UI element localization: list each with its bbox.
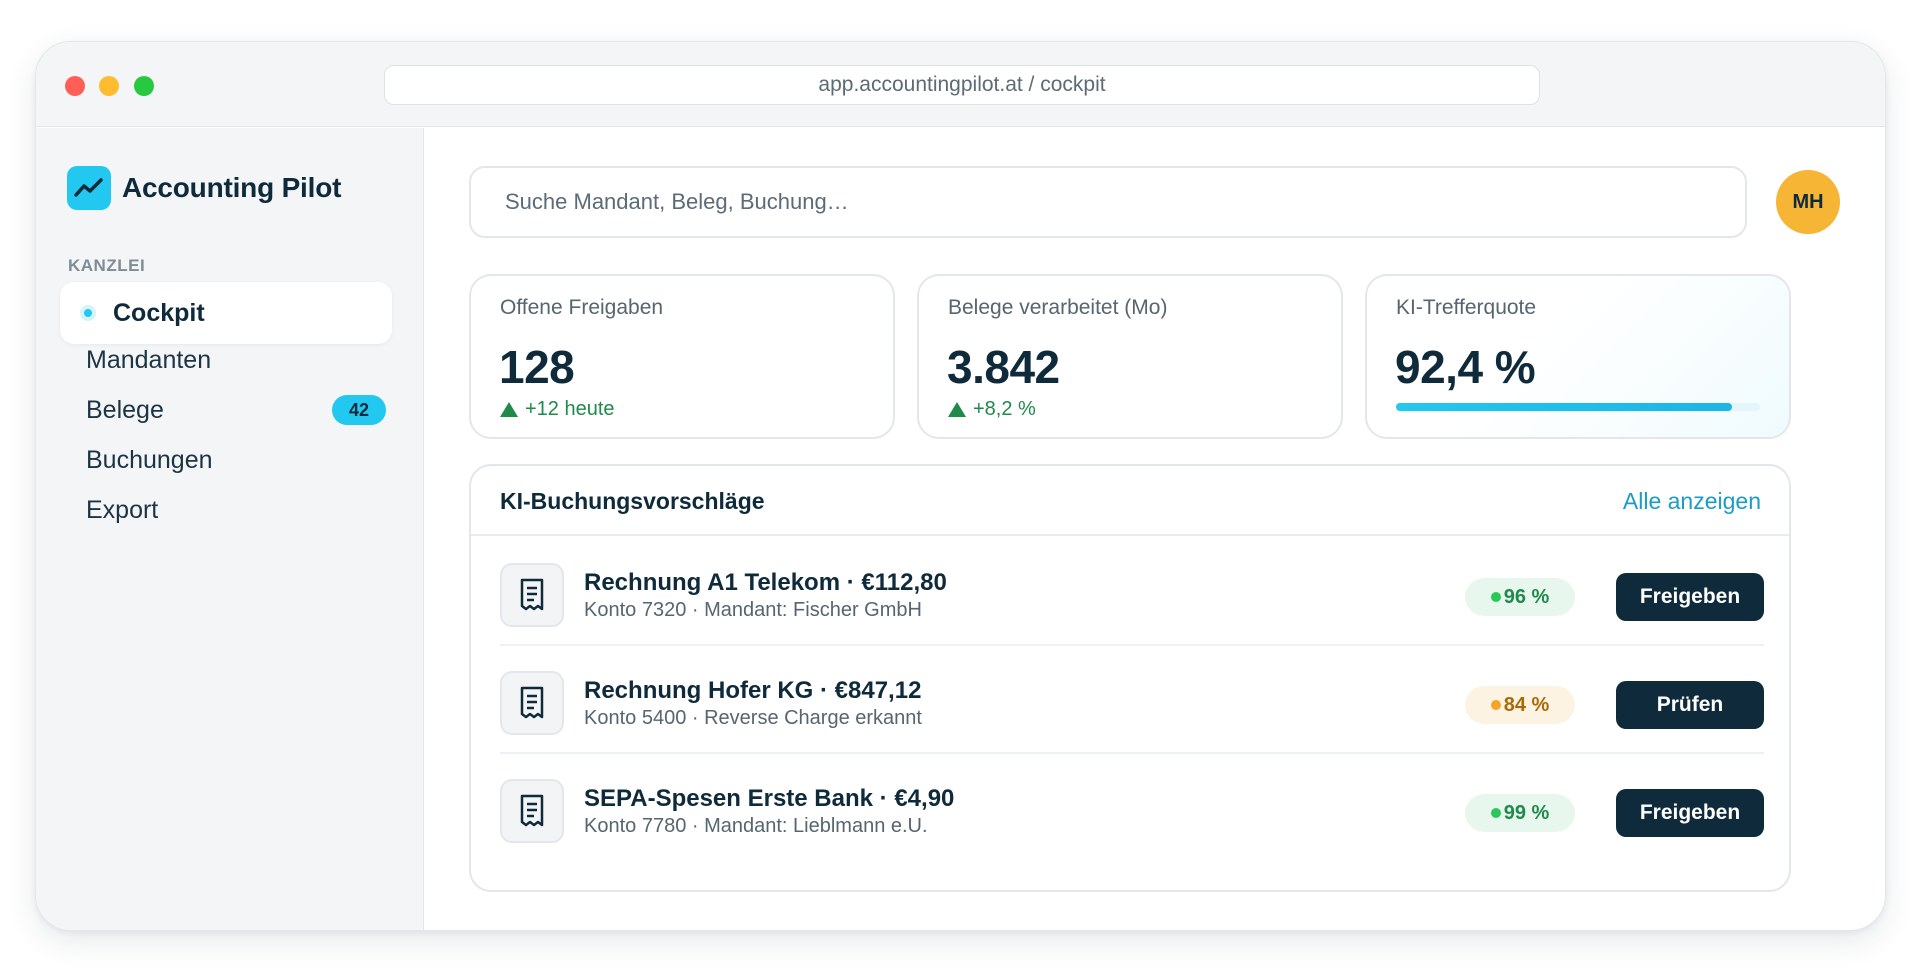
- address-bar[interactable]: app.accountingpilot.at / cockpit: [384, 65, 1540, 105]
- main-content: Suche Mandant, Beleg, Buchung… MH Offene…: [425, 128, 1885, 930]
- approve-button[interactable]: Freigeben: [1616, 573, 1764, 621]
- suggestion-subtitle: Konto 7320 · Mandant: Fischer GmbH: [584, 599, 922, 621]
- sidebar-item-label: Export: [86, 495, 159, 524]
- sidebar-item-label: Buchungen: [86, 445, 213, 474]
- stat-delta-text: +12 heute: [525, 398, 615, 420]
- panel-header: KI-Buchungsvorschläge Alle anzeigen: [471, 466, 1789, 536]
- receipt-icon: [500, 563, 564, 627]
- app-window: app.accountingpilot.at / cockpit Account…: [35, 41, 1886, 931]
- suggestion-title: Rechnung A1 Telekom · €112,80: [584, 569, 947, 596]
- stat-delta: +12 heute: [500, 398, 615, 421]
- minimize-window-button[interactable]: [99, 76, 119, 96]
- ai-booking-suggestions-panel: KI-Buchungsvorschläge Alle anzeigen Rech…: [469, 464, 1791, 892]
- nav-section-label: KANZLEI: [68, 256, 146, 275]
- browser-titlebar: app.accountingpilot.at / cockpit: [36, 42, 1885, 127]
- list-item[interactable]: Rechnung Hofer KG · €847,12 Konto 5400 ·…: [500, 646, 1764, 754]
- suggestion-title: SEPA-Spesen Erste Bank · €4,90: [584, 785, 955, 812]
- suggestion-subtitle: Konto 7780 · Mandant: Lieblmann e.U.: [584, 815, 928, 837]
- belege-count-badge: 42: [332, 395, 386, 425]
- brand[interactable]: Accounting Pilot: [67, 166, 341, 210]
- stat-label: Belege verarbeitet (Mo): [948, 296, 1168, 319]
- suggestion-title: Rechnung Hofer KG · €847,12: [584, 677, 922, 704]
- sidebar-item-label: Belege: [86, 395, 164, 424]
- trend-up-icon: [500, 402, 518, 417]
- sidebar-item-export[interactable]: Export: [60, 479, 392, 541]
- confidence-value: 99 %: [1503, 801, 1550, 824]
- list-item[interactable]: SEPA-Spesen Erste Bank · €4,90 Konto 778…: [500, 754, 1764, 862]
- confidence-dot-icon: [1490, 700, 1501, 710]
- receipt-icon: [500, 671, 564, 735]
- trend-up-icon: [948, 402, 966, 417]
- avatar[interactable]: MH: [1776, 170, 1840, 234]
- confidence-value: 96 %: [1503, 585, 1550, 608]
- sidebar-item-label: Cockpit: [113, 298, 205, 327]
- search-placeholder: Suche Mandant, Beleg, Buchung…: [505, 189, 849, 214]
- stat-delta-text: +8,2 %: [973, 398, 1036, 420]
- suggestion-subtitle: Konto 5400 · Reverse Charge erkannt: [584, 707, 922, 729]
- search-input[interactable]: Suche Mandant, Beleg, Buchung…: [469, 166, 1747, 238]
- confidence-badge: 84 %: [1465, 686, 1575, 724]
- confidence-value: 84 %: [1503, 693, 1550, 716]
- review-button[interactable]: Prüfen: [1616, 681, 1764, 729]
- maximize-window-button[interactable]: [134, 76, 154, 96]
- confidence-dot-icon: [1490, 808, 1501, 818]
- brand-name: Accounting Pilot: [122, 172, 342, 203]
- stat-label: Offene Freigaben: [500, 296, 664, 319]
- panel-title: KI-Buchungsvorschläge: [500, 488, 765, 514]
- confidence-badge: 96 %: [1465, 578, 1575, 616]
- stat-card-ai-hit-rate[interactable]: KI-Trefferquote 92,4 %: [1365, 274, 1791, 439]
- hit-rate-progress-bar: [1396, 403, 1760, 411]
- confidence-dot-icon: [1490, 592, 1501, 602]
- stat-card-processed-documents[interactable]: Belege verarbeitet (Mo) 3.842 +8,2 %: [917, 274, 1343, 439]
- stat-delta: +8,2 %: [948, 398, 1036, 421]
- hit-rate-progress-fill: [1396, 403, 1733, 411]
- active-indicator-icon: [80, 305, 96, 321]
- show-all-link[interactable]: Alle anzeigen: [1623, 488, 1761, 515]
- stat-value: 128: [499, 341, 575, 393]
- list-item[interactable]: Rechnung A1 Telekom · €112,80 Konto 7320…: [500, 538, 1764, 646]
- sidebar: Accounting Pilot KANZLEI Cockpit Mandant…: [36, 128, 424, 930]
- confidence-badge: 99 %: [1465, 794, 1575, 832]
- stat-value: 3.842: [947, 341, 1060, 393]
- receipt-icon: [500, 779, 564, 843]
- brand-logo-icon: [67, 166, 111, 210]
- close-window-button[interactable]: [65, 76, 85, 96]
- stat-label: KI-Trefferquote: [1396, 296, 1537, 319]
- stat-value: 92,4 %: [1395, 341, 1536, 393]
- stat-card-open-approvals[interactable]: Offene Freigaben 128 +12 heute: [469, 274, 895, 439]
- sidebar-item-label: Mandanten: [86, 345, 212, 374]
- address-bar-url: app.accountingpilot.at / cockpit: [818, 73, 1106, 96]
- approve-button[interactable]: Freigeben: [1616, 789, 1764, 837]
